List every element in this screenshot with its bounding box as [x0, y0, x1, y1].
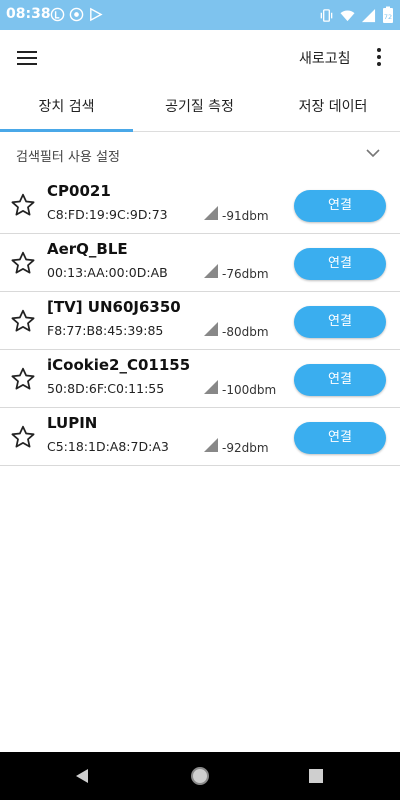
- navigation-bar: [0, 752, 400, 800]
- device-row: iCookie2_C01155 50:8D:6F:C0:11:55 -100db…: [0, 350, 400, 408]
- signal-strength-icon: [204, 438, 218, 452]
- app-bar: 새로고침: [0, 30, 400, 86]
- device-name: LUPIN: [47, 414, 98, 432]
- screen: 08:38 72 새로고침 장치 검색 공기질 측정 저장 데이터 검색필터 사…: [0, 0, 400, 800]
- device-row: CP0021 C8:FD:19:9C:9D:73 -91dbm 연결: [0, 176, 400, 234]
- device-row: [TV] UN60J6350 F8:77:B8:45:39:85 -80dbm …: [0, 292, 400, 350]
- favorite-star-icon[interactable]: [10, 192, 36, 218]
- favorite-star-icon[interactable]: [10, 424, 36, 450]
- signal-strength-icon: [204, 380, 218, 394]
- device-mac: F8:77:B8:45:39:85: [47, 323, 164, 338]
- signal-strength-icon: [204, 322, 218, 336]
- more-vert-icon[interactable]: [370, 46, 388, 70]
- battery-level: 72: [384, 13, 392, 21]
- device-rssi: -100dbm: [222, 383, 277, 397]
- favorite-star-icon[interactable]: [10, 250, 36, 276]
- status-left-icons: [50, 7, 103, 22]
- device-mac: 50:8D:6F:C0:11:55: [47, 381, 165, 396]
- search-filter-label: 검색필터 사용 설정: [16, 150, 120, 165]
- tab-bar: 장치 검색 공기질 측정 저장 데이터: [0, 86, 400, 132]
- device-mac: C8:FD:19:9C:9D:73: [47, 207, 168, 222]
- play-store-icon: [90, 7, 103, 22]
- favorite-star-icon[interactable]: [10, 366, 36, 392]
- device-name: [TV] UN60J6350: [47, 298, 181, 316]
- signal-strength-icon: [204, 206, 218, 220]
- device-name: AerQ_BLE: [47, 240, 128, 258]
- signal-strength-icon: [204, 264, 218, 278]
- device-mac: 00:13:AA:00:0D:AB: [47, 265, 168, 280]
- wifi-icon: [340, 10, 355, 21]
- chevron-down-icon: [366, 149, 380, 158]
- device-rssi: -92dbm: [222, 441, 269, 455]
- status-bar: 08:38 72: [0, 0, 400, 30]
- device-name: CP0021: [47, 182, 111, 200]
- connect-button[interactable]: 연결: [294, 422, 386, 454]
- device-row: LUPIN C5:18:1D:A8:7D:A3 -92dbm 연결: [0, 408, 400, 466]
- battery-icon: 72: [383, 6, 393, 23]
- recents-icon[interactable]: [309, 769, 323, 783]
- status-right-icons: 72: [319, 6, 394, 24]
- signal-icon: [361, 8, 376, 22]
- tab-device-search[interactable]: 장치 검색: [0, 86, 133, 131]
- hamburger-menu-icon[interactable]: [14, 47, 40, 69]
- search-filter-toggle[interactable]: 검색필터 사용 설정: [0, 132, 400, 176]
- notification-l-icon: [50, 7, 65, 22]
- connect-button[interactable]: 연결: [294, 364, 386, 396]
- device-rssi: -80dbm: [222, 325, 269, 339]
- vibrate-icon: [320, 8, 333, 22]
- device-rssi: -91dbm: [222, 209, 269, 223]
- device-name: iCookie2_C01155: [47, 356, 191, 374]
- connect-button[interactable]: 연결: [294, 306, 386, 338]
- device-mac: C5:18:1D:A8:7D:A3: [47, 439, 169, 454]
- favorite-star-icon[interactable]: [10, 308, 36, 334]
- connect-button[interactable]: 연결: [294, 190, 386, 222]
- home-icon[interactable]: [191, 767, 209, 785]
- notification-circle-icon: [69, 7, 84, 22]
- device-rssi: -76dbm: [222, 267, 269, 281]
- tab-saved-data[interactable]: 저장 데이터: [266, 86, 400, 131]
- back-icon[interactable]: [74, 768, 90, 784]
- status-time: 08:38: [6, 6, 51, 22]
- connect-button[interactable]: 연결: [294, 248, 386, 280]
- device-row: AerQ_BLE 00:13:AA:00:0D:AB -76dbm 연결: [0, 234, 400, 292]
- tab-air-quality[interactable]: 공기질 측정: [133, 86, 266, 131]
- refresh-button[interactable]: 새로고침: [299, 48, 351, 68]
